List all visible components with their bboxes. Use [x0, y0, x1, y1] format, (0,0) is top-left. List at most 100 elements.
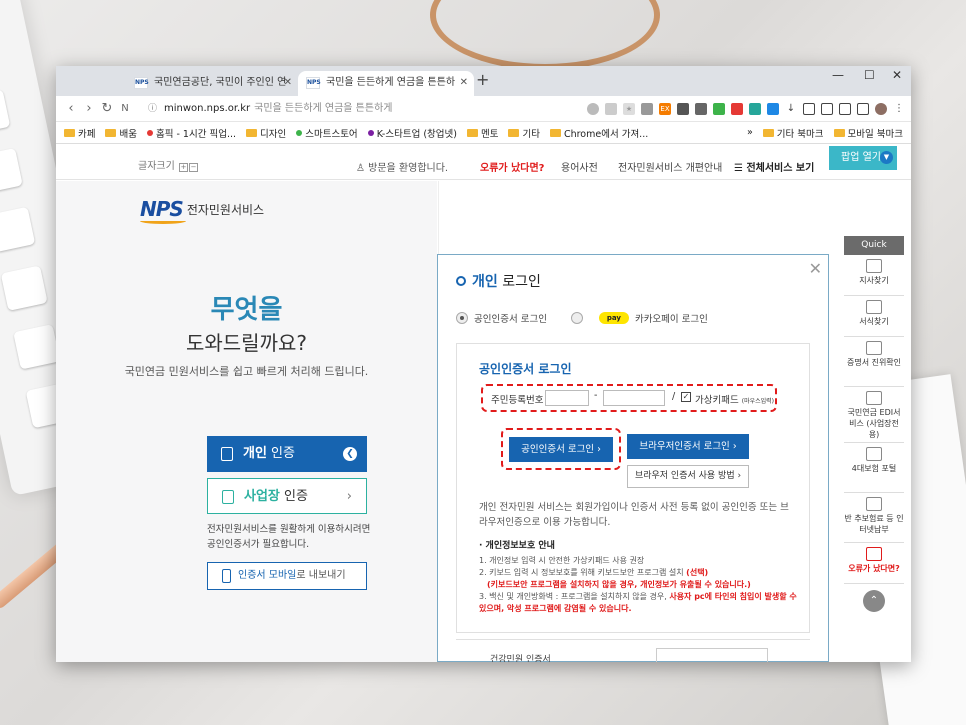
extension-d-icon[interactable] — [749, 102, 761, 115]
business-auth-button[interactable]: 사업장 인증 › — [207, 478, 367, 514]
personal-auth-button[interactable]: 개인 인증 ❮ — [207, 436, 367, 472]
bookmark-label: 배움 — [119, 128, 137, 140]
quick-item-forms[interactable]: 서식찾기 — [844, 296, 904, 337]
popup-open-button[interactable]: 팝업 열기 ▼ — [829, 146, 897, 170]
download-icon[interactable]: ↓ — [785, 102, 797, 115]
quick-item-error[interactable]: 오류가 났다면? — [844, 543, 904, 584]
bookmark-label: 홈픽 - 1시간 픽업... — [155, 128, 236, 140]
new-tab-icon[interactable]: + — [476, 70, 489, 89]
evernote-icon[interactable] — [713, 102, 725, 115]
kakaopay-logo-icon: pay — [598, 312, 629, 324]
browser-cert-howto-button[interactable]: 브라우저 인증서 사용 방법 › — [627, 465, 749, 488]
mobile-export-label: 로 내보내기 — [296, 570, 346, 581]
chevron-down-icon: ▼ — [880, 151, 893, 164]
reload-icon[interactable]: ↻ — [98, 101, 116, 116]
scroll-top-button[interactable]: ⌃ — [863, 590, 885, 612]
extension-c-icon[interactable] — [695, 102, 707, 115]
maximize-icon[interactable]: ☐ — [864, 68, 875, 82]
tab-minwon[interactable]: NPS 국민을 든든하게 연금을 튼튼하 ✕ — [298, 71, 474, 96]
keyboard-key — [0, 206, 36, 253]
welcome-label: 방문을 환영합니다. — [368, 163, 449, 174]
cert-login-button[interactable]: 공인인증서 로그인 › — [509, 437, 613, 462]
left-hero-panel: NPS 전자민원서비스 무엇을 도와드릴까요? 국민연금 민원서비스를 쉽고 빠… — [56, 181, 437, 662]
menu-kebab-icon[interactable]: ⋮ — [893, 102, 905, 115]
url-title-hint: 국민을 든든하게 연금을 튼튼하게 — [254, 102, 393, 114]
extension-new-icon[interactable] — [767, 102, 779, 115]
bookmark-item[interactable]: 멘토 — [466, 126, 499, 140]
bookmark-label: 기타 북마크 — [776, 128, 824, 140]
renewal-guide-link[interactable]: 전자민원서비스 개편안내 — [618, 159, 722, 174]
bookmark-item[interactable]: 스마트스토어 — [296, 126, 358, 140]
bookmark-item[interactable]: 배움 — [105, 126, 137, 140]
forward-icon[interactable]: › — [80, 101, 98, 116]
bookmark-other[interactable]: 기타 북마크 — [762, 126, 824, 140]
welcome-text: ♙ 방문을 환영합니다. — [356, 159, 448, 174]
privacy-item: 2. 키보드 입력 시 정보보호를 위해 키보드보안 프로그램 설치 (선택) — [479, 567, 799, 579]
window-close-icon[interactable]: ✕ — [892, 68, 902, 82]
bookmarks-overflow[interactable]: » — [747, 127, 753, 138]
quick-item-cert-verify[interactable]: 증명서 진위확인 — [844, 337, 904, 387]
bookmark-item[interactable]: 카페 — [64, 126, 95, 140]
camera-icon[interactable] — [803, 102, 815, 115]
info-panel-icon[interactable] — [821, 102, 833, 115]
all-services-link[interactable]: ☰ 전체서비스 보기 — [734, 159, 814, 174]
virtual-keypad-checkbox[interactable]: ✓ — [681, 392, 691, 402]
rrn-back-input[interactable] — [603, 390, 665, 406]
site-logo[interactable]: NPS 전자민원서비스 — [140, 197, 264, 224]
close-icon[interactable]: ✕ — [809, 259, 822, 278]
kakao-login-radio[interactable] — [570, 312, 583, 324]
close-icon[interactable]: ✕ — [284, 71, 292, 95]
dictionary-link[interactable]: 용어사전 — [561, 159, 598, 174]
bookmark-label: K-스타트업 (창업넷) — [376, 128, 457, 140]
tab-search-icon[interactable] — [857, 102, 869, 115]
browser-window: NPS 국민연금공단, 국민이 주인인 연 ✕ NPS 국민을 든든하게 연금을… — [56, 66, 911, 662]
close-icon[interactable]: ✕ — [460, 71, 468, 95]
privacy-text: 2. 키보드 입력 시 정보보호를 위해 키보드보안 프로그램 설치 — [479, 568, 687, 577]
browser-cert-login-button[interactable]: 브라우저인증서 로그인 › — [627, 434, 749, 459]
bookmark-item[interactable]: Chrome에서 가져... — [549, 126, 649, 140]
cert-login-heading: 공인인증서 로그인 — [479, 362, 572, 376]
sidepanel-icon[interactable] — [839, 102, 851, 115]
bookmark-item[interactable]: 기타 — [508, 126, 540, 140]
office-icon[interactable] — [731, 102, 743, 115]
quick-item-branch[interactable]: 지사찾기 — [844, 255, 904, 296]
bookmark-item[interactable]: K-스타트업 (창업넷) — [367, 126, 457, 140]
tab-label: 국민을 든든하게 연금을 튼튼하 — [326, 77, 456, 88]
zoom-icon[interactable] — [587, 102, 599, 115]
bookmark-item[interactable]: 디자인 — [246, 126, 286, 140]
extension-ex-icon[interactable]: EX — [659, 102, 671, 115]
bookmark-mobile[interactable]: 모바일 북마크 — [833, 126, 903, 140]
pocket-icon[interactable] — [605, 102, 617, 115]
bookmark-label: 멘토 — [480, 128, 499, 140]
minimize-icon[interactable]: — — [832, 68, 844, 82]
chevron-left-icon: ❮ — [343, 447, 357, 461]
reader-icon[interactable]: N — [116, 103, 134, 114]
quick-item-label: 증명서 진위확인 — [846, 358, 902, 367]
export-cert-mobile-button[interactable]: 인증서 모바일로 내보내기 — [207, 562, 367, 590]
font-increase-icon[interactable]: + — [179, 163, 188, 172]
extension-icons: ★ EX ↓ ⋮ — [587, 102, 905, 115]
error-help-link[interactable]: 오류가 났다면? — [480, 159, 544, 174]
rrn-front-input[interactable] — [545, 390, 589, 406]
address-bar[interactable]: ⓘ minwon.nps.or.kr 국민을 든든하게 연금을 튼튼하게 — [140, 99, 520, 119]
all-services-label: 전체서비스 보기 — [746, 163, 815, 174]
tab-nps-home[interactable]: NPS 국민연금공단, 국민이 주인인 연 ✕ — [126, 71, 298, 96]
profile-avatar[interactable] — [875, 102, 887, 115]
extension-b-icon[interactable] — [677, 102, 689, 115]
info-icon: ⓘ — [148, 103, 158, 114]
back-icon[interactable]: ‹ — [62, 101, 80, 116]
next-section-field[interactable] — [656, 648, 768, 662]
extension-a-icon[interactable] — [641, 102, 653, 115]
bookmark-label: Chrome에서 가져... — [563, 128, 649, 140]
cert-login-radio[interactable] — [456, 312, 468, 324]
certificate-icon — [866, 341, 882, 355]
keyboard-key — [0, 265, 48, 311]
quick-item-payment[interactable]: 반 추보험료 등 인터넷납부 — [844, 493, 904, 543]
bookmark-star-icon[interactable]: ★ — [623, 102, 635, 115]
quick-item-4insurance[interactable]: 4대보험 포털 — [844, 443, 904, 493]
quick-item-edi[interactable]: 국민연금 EDI서비스 (사업장전용) — [844, 387, 904, 443]
chevron-right-icon: › — [346, 489, 352, 504]
bookmark-item[interactable]: 홈픽 - 1시간 픽업... — [146, 126, 236, 140]
personal-login-modal: ✕ 개인 로그인 공인인증서 로그인 pay 카카오페이 로그인 공인인증서 로… — [437, 254, 829, 662]
font-decrease-icon[interactable]: − — [189, 163, 198, 172]
